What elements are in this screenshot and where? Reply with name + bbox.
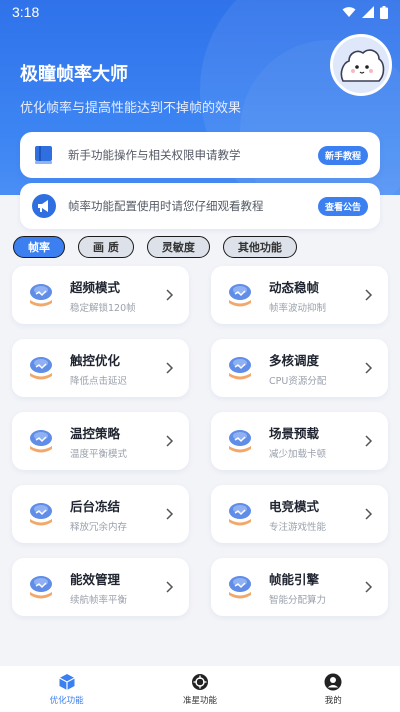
- cube-icon: [58, 673, 75, 690]
- feature-title: 场景预载: [269, 425, 320, 441]
- feature-icon: [229, 357, 251, 380]
- announcement-button[interactable]: 查看公告: [317, 196, 368, 216]
- feature-subtitle: 减少加载卡顿: [269, 448, 327, 460]
- feature-subtitle: 续航帧率平衡: [70, 594, 128, 606]
- tab-image-quality[interactable]: 画 质: [78, 236, 134, 258]
- feature-card[interactable]: 多核调度 CPU资源分配: [211, 339, 388, 397]
- notice-text: 帧率功能配置使用时请您仔细观看教程: [68, 199, 264, 213]
- status-icons: [342, 5, 388, 19]
- chevron-right-icon: [166, 289, 174, 301]
- feature-icon: [30, 576, 52, 599]
- feature-subtitle: 降低点击延迟: [70, 375, 128, 387]
- battery-icon: [380, 5, 388, 19]
- tab-frame-rate[interactable]: 帧率: [13, 236, 65, 258]
- chevron-right-icon: [365, 362, 373, 374]
- tab-other-features[interactable]: 其他功能: [222, 236, 297, 258]
- feature-subtitle: CPU资源分配: [269, 375, 327, 387]
- chevron-right-icon: [365, 435, 373, 447]
- feature-icon: [229, 430, 251, 453]
- chevron-right-icon: [166, 581, 174, 593]
- feature-card[interactable]: 帧能引擎智能分配算力: [211, 558, 388, 616]
- feature-title: 多核调度: [269, 352, 320, 368]
- feature-title: 后台冻结: [70, 498, 121, 514]
- chevron-right-icon: [166, 435, 174, 447]
- announcement-notice-card[interactable]: 帧率功能配置使用时请您仔细观看教程 查看公告: [20, 183, 380, 229]
- feature-card[interactable]: 场景预载减少加载卡顿: [211, 412, 388, 470]
- book-icon: [35, 146, 52, 164]
- nav-label: 准星功能: [182, 695, 217, 706]
- tutorial-notice-card[interactable]: 新手功能操作与相关权限申请教学 新手教程: [20, 132, 380, 178]
- feature-icon: [30, 503, 52, 526]
- feature-card[interactable]: 超频模式稳定解锁120帧: [12, 266, 189, 324]
- nav-label: 优化功能: [49, 695, 84, 706]
- chevron-right-icon: [365, 581, 373, 593]
- feature-icon: [30, 284, 52, 307]
- feature-subtitle: 帧率波动抑制: [269, 302, 327, 314]
- chevron-right-icon: [365, 508, 373, 520]
- signal-icon: [362, 6, 374, 18]
- feature-title: 触控优化: [70, 352, 121, 368]
- profile-icon: [324, 673, 342, 690]
- bottom-nav: 优化功能 准星功能 我的: [0, 666, 400, 712]
- category-tabs: 帧率 画 质 灵敏度 其他功能: [13, 236, 297, 258]
- feature-icon: [229, 576, 251, 599]
- feature-card[interactable]: 动态稳帧帧率波动抑制: [211, 266, 388, 324]
- crosshair-icon: [191, 673, 208, 690]
- status-bar: 3:18: [0, 0, 400, 24]
- wifi-icon: [342, 7, 356, 17]
- feature-title: 电竞模式: [269, 498, 320, 514]
- feature-icon: [229, 503, 251, 526]
- nav-profile[interactable]: 我的: [283, 673, 383, 706]
- feature-title: 能效管理: [70, 571, 121, 587]
- app-subtitle: 优化帧率与提高性能达到不掉帧的效果: [20, 101, 242, 116]
- nav-label: 我的: [324, 695, 342, 706]
- feature-subtitle: 温度平衡模式: [70, 448, 128, 460]
- feature-title: 温控策略: [70, 425, 121, 441]
- feature-card[interactable]: 后台冻结释放冗余内存: [12, 485, 189, 543]
- megaphone-icon: [32, 194, 56, 218]
- chevron-right-icon: [166, 362, 174, 374]
- nav-optimize[interactable]: 优化功能: [17, 673, 117, 706]
- nav-crosshair[interactable]: 准星功能: [150, 673, 250, 706]
- chevron-right-icon: [365, 289, 373, 301]
- feature-subtitle: 稳定解锁120帧: [70, 302, 136, 314]
- status-time: 3:18: [12, 4, 40, 20]
- tutorial-button[interactable]: 新手教程: [317, 145, 368, 165]
- feature-card[interactable]: 触控优化降低点击延迟: [12, 339, 189, 397]
- avatar[interactable]: [330, 34, 392, 96]
- feature-title: 动态稳帧: [269, 279, 320, 295]
- feature-title: 帧能引擎: [269, 571, 320, 587]
- feature-title: 超频模式: [70, 279, 121, 295]
- feature-icon: [229, 284, 251, 307]
- notice-text: 新手功能操作与相关权限申请教学: [68, 148, 241, 162]
- feature-card[interactable]: 能效管理续航帧率平衡: [12, 558, 189, 616]
- feature-subtitle: 专注游戏性能: [269, 521, 327, 533]
- mascot-icon: [333, 37, 389, 93]
- app-title: 极瞳帧率大师: [20, 64, 128, 85]
- feature-subtitle: 智能分配算力: [269, 594, 327, 606]
- tab-sensitivity[interactable]: 灵敏度: [146, 236, 210, 258]
- feature-card[interactable]: 电竞模式专注游戏性能: [211, 485, 388, 543]
- feature-icon: [30, 357, 52, 380]
- feature-icon: [30, 430, 52, 453]
- chevron-right-icon: [166, 508, 174, 520]
- feature-subtitle: 释放冗余内存: [70, 521, 128, 533]
- feature-card[interactable]: 温控策略温度平衡模式: [12, 412, 189, 470]
